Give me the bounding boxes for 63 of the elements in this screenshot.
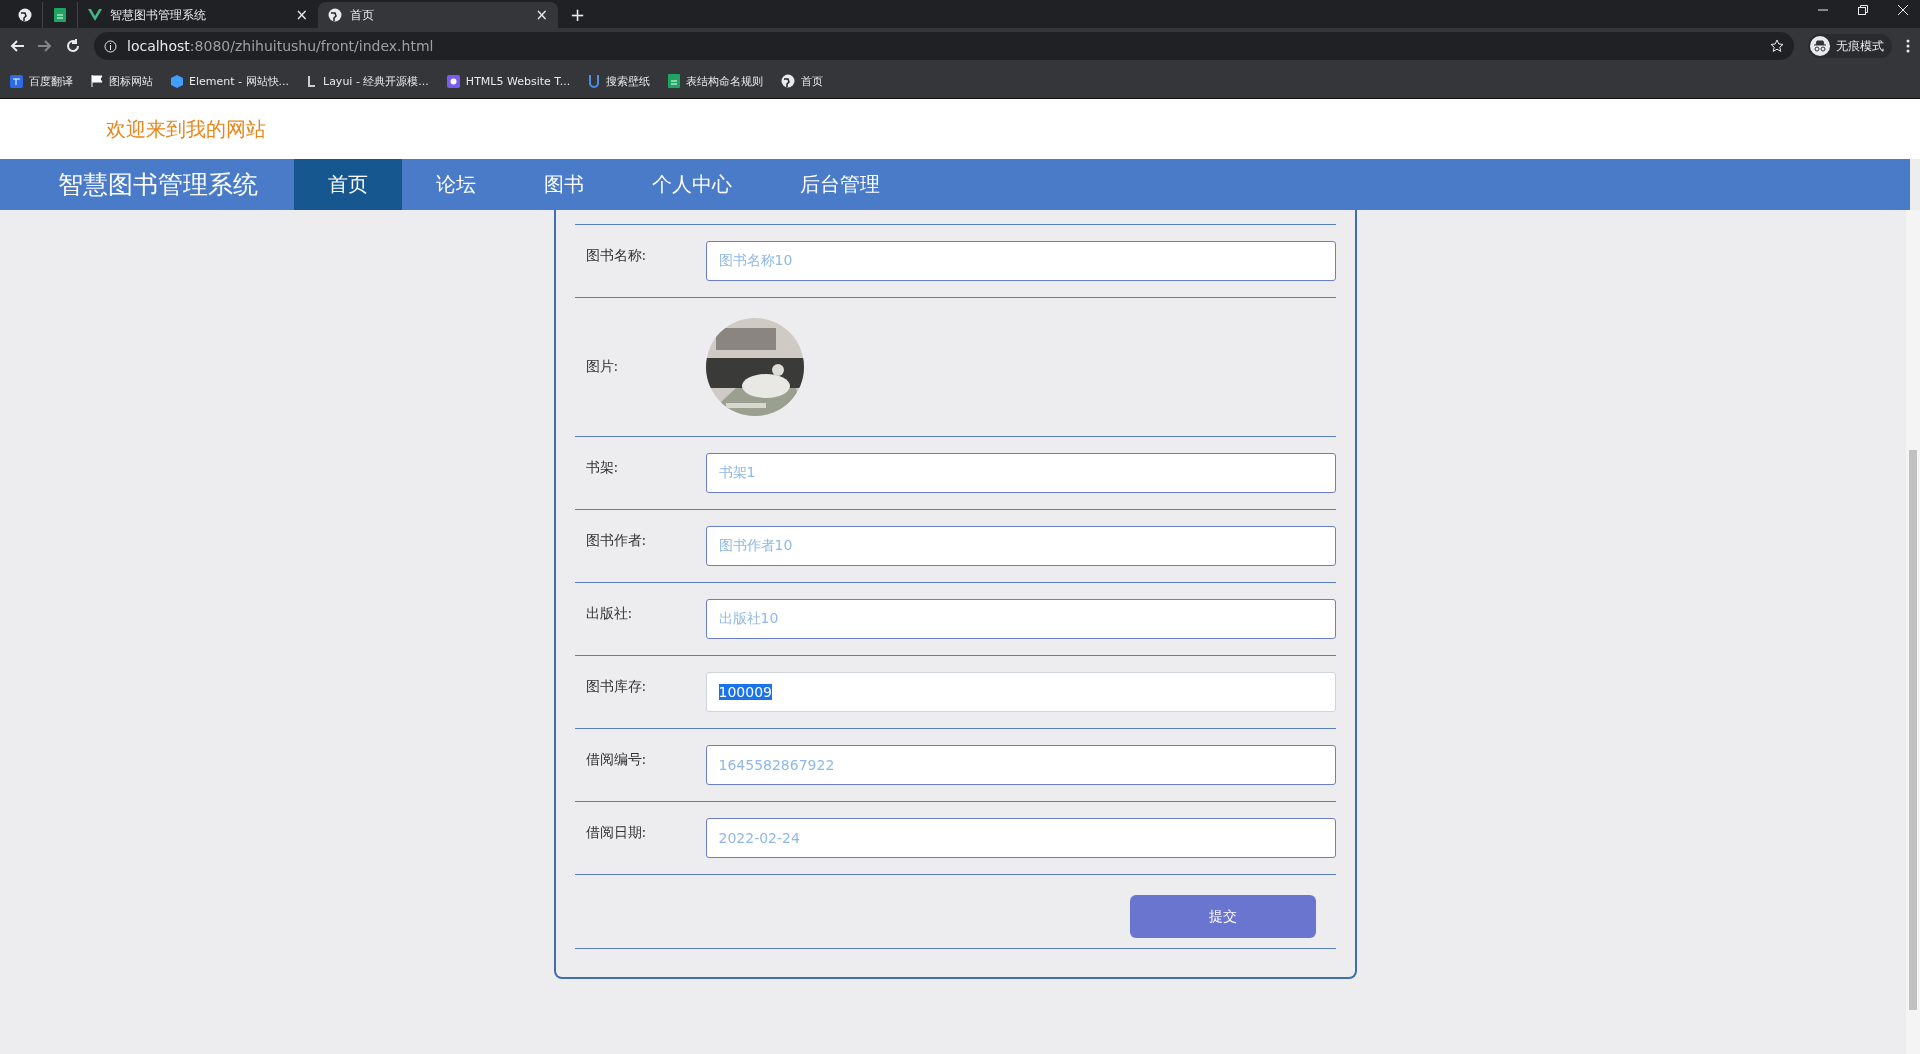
- nav-item[interactable]: 论坛: [402, 159, 510, 210]
- layui-icon: [307, 75, 317, 87]
- field-label: 书架:: [584, 458, 620, 477]
- site-title: 智慧图书管理系统: [58, 168, 258, 201]
- reload-icon[interactable]: [66, 39, 80, 53]
- hexagon-icon: [171, 74, 183, 88]
- spreadsheet-icon: [54, 8, 66, 22]
- spreadsheet-icon: [668, 74, 681, 88]
- bookmark[interactable]: 表结构命名规则: [668, 73, 764, 89]
- star-icon[interactable]: [1770, 39, 1784, 53]
- field-label: 图书库存:: [584, 677, 648, 696]
- field-label: 图书作者:: [584, 531, 648, 550]
- nav-item[interactable]: 图书: [510, 159, 618, 210]
- bookmark-label: HTML5 Website T...: [465, 74, 571, 88]
- url-host: localhost: [127, 38, 190, 54]
- bookmark-label: 百度翻译: [29, 73, 73, 89]
- browser-tab[interactable]: 首页 ×: [318, 2, 558, 28]
- globe-icon: [781, 74, 796, 88]
- url-path: :8080/zhihuitushu/front/index.html: [189, 38, 434, 54]
- close-button[interactable]: ×: [535, 6, 548, 24]
- field-label: 借阅日期:: [584, 823, 648, 842]
- new-tab-button[interactable]: +: [570, 4, 586, 25]
- bookmark-label: 表结构命名规则: [686, 73, 764, 89]
- incognito-icon: [1810, 36, 1830, 56]
- close-button[interactable]: ×: [295, 6, 308, 24]
- field-label: 图片:: [584, 358, 620, 376]
- submit-button[interactable]: 提交: [1129, 895, 1316, 938]
- tab-title: 首页: [350, 6, 375, 24]
- tab-title: 智慧图书管理系统: [110, 6, 207, 24]
- field-label: 出版社:: [584, 604, 634, 623]
- nav-item[interactable]: 首页: [294, 159, 402, 210]
- bookmark[interactable]: HTML5 Website T...: [446, 74, 571, 88]
- nav-item[interactable]: 后台管理: [766, 159, 914, 210]
- incognito-badge[interactable]: 无痕模式: [1808, 34, 1892, 58]
- more-icon[interactable]: [1906, 39, 1910, 53]
- flag-icon: [91, 75, 103, 87]
- v-logo-icon: [88, 9, 102, 21]
- bookmark-label: 首页: [801, 73, 824, 89]
- field-label: 借阅编号:: [584, 750, 648, 769]
- bookmark[interactable]: 百度翻译: [10, 73, 73, 89]
- u-icon: [588, 74, 601, 88]
- globe-icon: [18, 8, 32, 22]
- info-icon: [104, 39, 117, 53]
- globe-icon: [328, 8, 342, 22]
- welcome-text: 欢迎来到我的网站: [106, 115, 266, 143]
- mask-icon: [446, 74, 460, 88]
- bookmark-label: 搜索壁纸: [606, 73, 651, 89]
- close-icon[interactable]: [1898, 5, 1908, 15]
- bookmark[interactable]: 首页: [781, 73, 824, 89]
- bookmark-label: 图标网站: [109, 73, 153, 89]
- address-bar[interactable]: localhost:8080/zhihuitushu/front/index.html: [94, 32, 1794, 60]
- bookmark[interactable]: 图标网站: [91, 73, 153, 89]
- bookmark[interactable]: Element - 网站快...: [171, 73, 289, 89]
- input-field[interactable]: 100009: [705, 672, 1336, 712]
- field-label: 图书名称:: [584, 246, 648, 265]
- forward-icon[interactable]: [38, 39, 52, 53]
- scrollbar[interactable]: [1906, 210, 1920, 1054]
- bookmark-label: Element - 网站快...: [189, 73, 289, 89]
- nav-item[interactable]: 个人中心: [618, 159, 766, 210]
- translate-icon: [10, 74, 23, 88]
- bookmark[interactable]: 搜索壁纸: [588, 73, 651, 89]
- back-icon[interactable]: [10, 39, 24, 53]
- restore-icon[interactable]: [1858, 5, 1868, 15]
